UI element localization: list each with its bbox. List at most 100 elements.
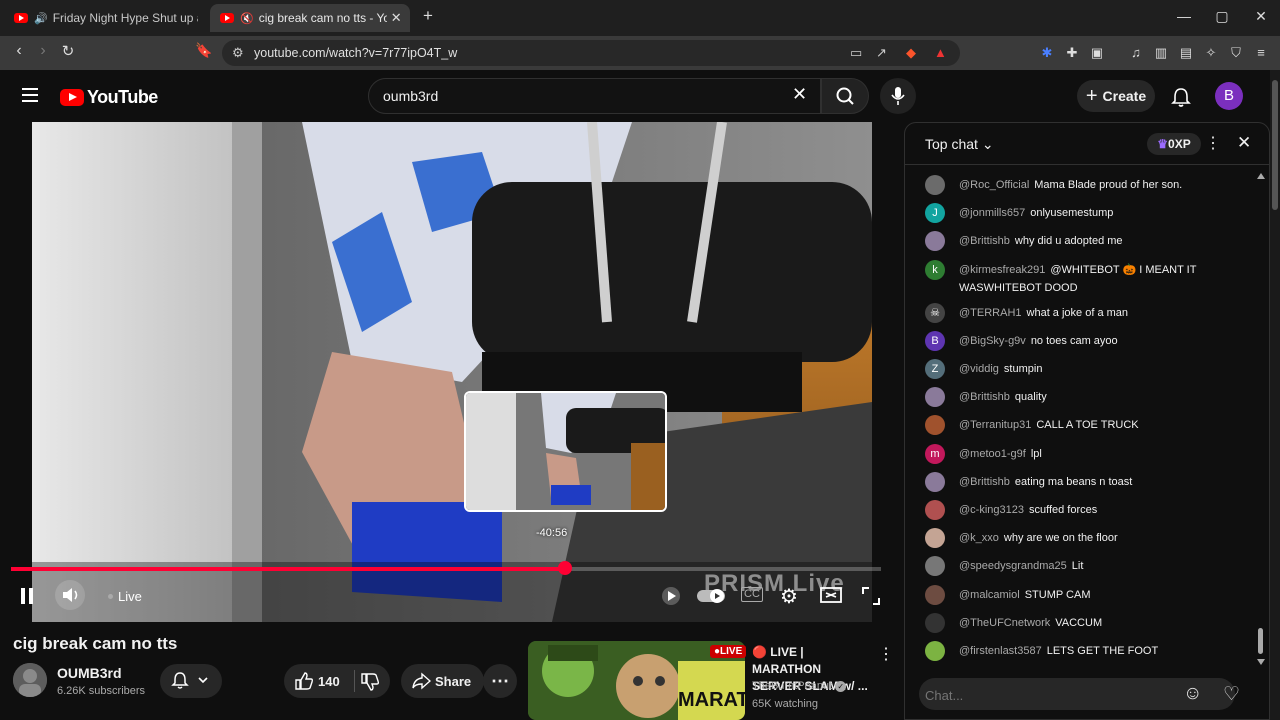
chat-author-avatar[interactable]: k — [925, 259, 945, 280]
chat-author-name[interactable]: @speedysgrandma25 — [959, 560, 1067, 572]
brave-shield-icon[interactable]: ◆ — [906, 45, 916, 61]
recommended-channel[interactable]: TheBurntPeanut ✓ — [752, 680, 847, 692]
site-info-icon[interactable]: ⚙ — [232, 45, 244, 61]
chat-author-avatar[interactable] — [925, 387, 945, 408]
hamburger-menu-icon[interactable] — [22, 88, 38, 102]
maximize-button[interactable]: ▢ — [1212, 8, 1232, 25]
chat-author-avatar[interactable] — [925, 471, 945, 492]
chat-author-name[interactable]: @BigSky-g9v — [959, 335, 1026, 347]
youtube-logo[interactable]: YouTube — [60, 87, 158, 108]
extension-icon[interactable]: ✱ — [1039, 45, 1055, 61]
chat-author-name[interactable]: @Terranitup31 — [959, 419, 1031, 431]
fullscreen-icon[interactable] — [861, 586, 881, 611]
xp-badge[interactable]: ♛0XP — [1147, 133, 1201, 155]
chat-author-avatar[interactable] — [925, 415, 945, 436]
chat-author-avatar[interactable]: ☠ — [925, 302, 945, 323]
chat-author-name[interactable]: @firstenlast3587 — [959, 645, 1042, 657]
chat-author-name[interactable]: @TERRAH1 — [959, 307, 1022, 319]
chat-author-avatar[interactable] — [925, 612, 945, 633]
muted-speaker-icon[interactable]: 🔇 — [240, 12, 254, 25]
forward-button[interactable]: › — [32, 42, 54, 60]
dislike-button[interactable] — [360, 672, 380, 695]
chat-author-name[interactable]: @viddig — [959, 363, 999, 375]
page-scroll-thumb[interactable] — [1272, 80, 1278, 210]
chat-author-name[interactable]: @kirmesfreak291 — [959, 264, 1045, 276]
leo-ai-icon[interactable]: ✧ — [1203, 45, 1219, 61]
chat-author-name[interactable]: @Roc_Official — [959, 179, 1029, 191]
chat-author-avatar[interactable]: J — [925, 203, 945, 224]
media-icon[interactable]: ♫ — [1128, 45, 1144, 61]
chat-author-name[interactable]: @Brittishb — [959, 476, 1010, 488]
close-chat-icon[interactable]: ✕ — [1237, 133, 1251, 153]
channel-avatar[interactable] — [13, 663, 47, 697]
back-button[interactable]: ‹ — [8, 42, 30, 60]
volume-button[interactable] — [55, 580, 85, 610]
autoplay-icon[interactable] — [660, 585, 682, 612]
screenshot-icon[interactable]: ▣ — [1089, 45, 1105, 61]
chat-author-avatar[interactable] — [925, 641, 945, 661]
minimize-button[interactable]: — — [1174, 8, 1194, 24]
more-actions-button[interactable]: ⋯ — [483, 664, 517, 698]
chat-more-vertical-icon[interactable]: ⋮ — [1205, 133, 1221, 153]
new-tab-button[interactable]: + — [418, 6, 438, 26]
close-window-button[interactable]: ✕ — [1251, 8, 1271, 25]
page-scrollbar[interactable] — [1270, 70, 1280, 720]
wallet-icon[interactable]: ▤ — [1178, 45, 1194, 61]
share-button[interactable]: Share — [401, 664, 484, 698]
speaker-icon[interactable]: 🔊 — [34, 12, 48, 25]
url-text[interactable]: youtube.com/watch?v=7r77ipO4T_w — [254, 46, 457, 60]
chat-author-name[interactable]: @Brittishb — [959, 391, 1010, 403]
brave-rewards-icon[interactable]: ▲ — [934, 45, 947, 60]
menu-icon[interactable]: ≡ — [1253, 45, 1269, 61]
channel-name[interactable]: OUMB3rd — [57, 665, 122, 681]
chat-author-name[interactable]: @metoo1-g9f — [959, 448, 1026, 460]
chat-author-avatar[interactable]: B — [925, 330, 945, 351]
heart-icon[interactable]: ♡ — [1223, 683, 1240, 706]
settings-gear-icon[interactable]: ⚙ — [780, 584, 798, 609]
bookmark-icon[interactable]: 🔖 — [193, 42, 215, 59]
chat-author-avatar[interactable] — [925, 231, 945, 252]
subscription-bell-button[interactable] — [160, 664, 222, 698]
video-player[interactable] — [32, 122, 872, 622]
account-avatar[interactable]: B — [1215, 82, 1243, 110]
chat-author-name[interactable]: @TheUFCnetwork — [959, 617, 1050, 629]
search-button[interactable] — [821, 78, 869, 114]
address-bar[interactable]: ⚙ youtube.com/watch?v=7r77ipO4T_w ▭ ↗ ◆ … — [222, 40, 960, 66]
scroll-up-arrow-icon[interactable] — [1257, 173, 1265, 179]
clear-search-icon[interactable]: ✕ — [792, 84, 807, 105]
notifications-button[interactable] — [1170, 86, 1192, 113]
like-button[interactable] — [294, 671, 314, 694]
close-tab-icon[interactable]: ✕ — [391, 10, 402, 26]
chat-author-avatar[interactable] — [925, 584, 945, 605]
chat-author-avatar[interactable] — [925, 528, 945, 549]
chat-input[interactable] — [925, 681, 1185, 709]
voice-search-button[interactable] — [880, 78, 916, 114]
chat-author-name[interactable]: @Brittishb — [959, 235, 1010, 247]
scroll-down-arrow-icon[interactable] — [1257, 659, 1265, 665]
captions-icon[interactable]: CC — [741, 587, 763, 602]
search-input[interactable] — [383, 88, 783, 104]
extensions-puzzle-icon[interactable]: ✚ — [1064, 45, 1080, 61]
chat-author-name[interactable]: @jonmills657 — [959, 207, 1025, 219]
emoji-icon[interactable]: ☺ — [1183, 683, 1202, 705]
browser-tab-1[interactable]: 🔊 Friday Night Hype Shut up about — [4, 4, 204, 32]
chat-scrollbar[interactable] — [1257, 173, 1265, 665]
sidebar-icon[interactable]: ▥ — [1153, 45, 1169, 61]
scroll-thumb[interactable] — [1258, 628, 1263, 654]
progress-scrubber-handle[interactable] — [558, 561, 572, 575]
chat-mode-dropdown[interactable]: Top chat ⌄ — [925, 136, 994, 153]
chat-author-name[interactable]: @c-king3123 — [959, 504, 1024, 516]
share-icon[interactable]: ↗ — [876, 45, 887, 61]
browser-tab-2[interactable]: 🔇 cig break cam no tts - YouTube ✕ — [210, 4, 410, 32]
create-button[interactable]: + Create — [1077, 80, 1155, 112]
chat-author-avatar[interactable] — [925, 556, 945, 577]
cast-icon[interactable]: ▭ — [850, 45, 862, 61]
live-button[interactable]: Live — [118, 589, 142, 604]
chat-author-avatar[interactable]: m — [925, 443, 945, 464]
theater-mode-icon[interactable] — [820, 586, 842, 609]
vpn-icon[interactable]: ⛉ — [1228, 45, 1244, 61]
reload-button[interactable]: ↻ — [57, 42, 79, 60]
more-vertical-icon[interactable]: ⋮ — [878, 644, 894, 664]
autoplay-toggle[interactable] — [697, 588, 725, 609]
pause-button[interactable] — [17, 586, 37, 611]
